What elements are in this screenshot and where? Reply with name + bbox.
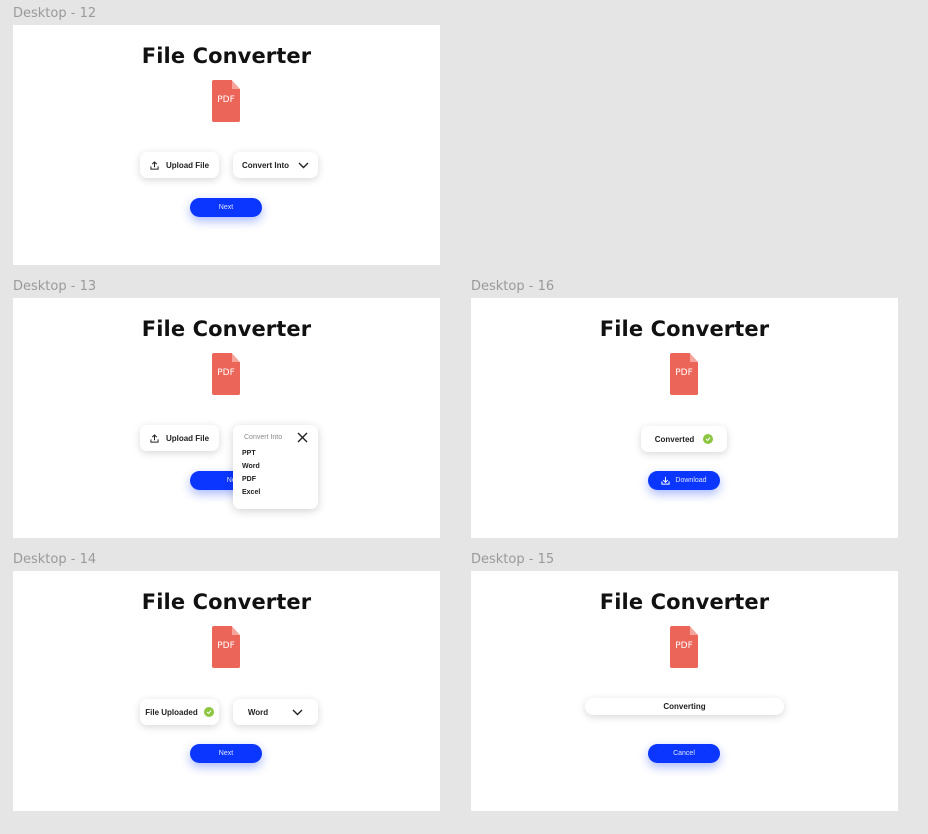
page-title: File Converter — [141, 590, 312, 614]
convert-into-dropdown[interactable]: Convert Into PPT Word PDF Excel — [233, 425, 318, 509]
upload-file-button[interactable]: Upload File — [140, 425, 219, 451]
selected-format-label: Word — [247, 707, 269, 717]
page-title: File Converter — [599, 590, 770, 614]
chevron-down-icon — [298, 162, 309, 168]
page-title: File Converter — [599, 317, 770, 341]
file-uploaded-label: File Uploaded — [145, 707, 198, 717]
chevron-down-icon — [292, 709, 303, 715]
converting-progress-bar: Converting — [585, 698, 784, 715]
download-icon — [661, 476, 671, 485]
pdf-icon-label: PDF — [217, 641, 235, 651]
next-label: Next — [218, 750, 234, 757]
cancel-button[interactable]: Cancel — [648, 744, 720, 763]
convert-into-label: Convert Into — [241, 160, 290, 170]
page-title: File Converter — [141, 44, 312, 68]
pdf-icon-label: PDF — [675, 368, 693, 378]
frame-desktop-14: File Converter PDF File Uploaded Word Ne… — [13, 571, 440, 811]
format-select[interactable]: Word — [233, 699, 318, 725]
page-title: File Converter — [141, 317, 312, 341]
dropdown-header: Convert Into — [244, 434, 283, 441]
check-icon — [703, 434, 714, 444]
upload-icon — [150, 433, 159, 443]
cancel-label: Cancel — [673, 750, 695, 757]
next-button[interactable]: Next — [190, 198, 262, 217]
converted-status-label: Converted — [654, 434, 695, 444]
close-icon[interactable] — [297, 432, 308, 443]
check-icon — [203, 707, 214, 717]
converting-label: Converting — [663, 702, 706, 711]
frame-desktop-16: File Converter PDF Converted Download — [471, 298, 898, 538]
pdf-file-icon: PDF — [212, 80, 240, 122]
frame-desktop-12: File Converter PDF Upload File Convert I… — [13, 25, 440, 265]
converted-status: Converted — [641, 426, 727, 452]
download-label: Download — [675, 477, 707, 484]
dropdown-option-pdf[interactable]: PDF — [242, 476, 256, 483]
convert-into-select[interactable]: Convert Into — [233, 152, 318, 178]
frame-label-desktop-12: Desktop - 12 — [13, 6, 97, 21]
pdf-file-icon: PDF — [212, 626, 240, 668]
upload-file-button[interactable]: Upload File — [140, 152, 219, 178]
download-button[interactable]: Download — [648, 471, 720, 490]
upload-file-label: Upload File — [165, 433, 210, 443]
frame-desktop-13: File Converter PDF Upload File Next Conv… — [13, 298, 440, 538]
frame-desktop-15: File Converter PDF Converting Cancel — [471, 571, 898, 811]
pdf-file-icon: PDF — [670, 353, 698, 395]
dropdown-option-word[interactable]: Word — [242, 463, 260, 470]
dropdown-option-ppt[interactable]: PPT — [242, 450, 256, 457]
pdf-file-icon: PDF — [670, 626, 698, 668]
next-label: Next — [218, 204, 234, 211]
pdf-icon-label: PDF — [217, 95, 235, 105]
upload-file-label: Upload File — [165, 160, 210, 170]
pdf-icon-label: PDF — [217, 368, 235, 378]
frame-label-desktop-14: Desktop - 14 — [13, 552, 97, 567]
file-uploaded-status: File Uploaded — [140, 699, 219, 725]
next-button[interactable]: Next — [190, 744, 262, 763]
frame-label-desktop-15: Desktop - 15 — [471, 552, 555, 567]
frame-label-desktop-16: Desktop - 16 — [471, 279, 555, 294]
frame-label-desktop-13: Desktop - 13 — [13, 279, 97, 294]
pdf-icon-label: PDF — [675, 641, 693, 651]
pdf-file-icon: PDF — [212, 353, 240, 395]
upload-icon — [150, 160, 159, 170]
dropdown-option-excel[interactable]: Excel — [242, 489, 260, 496]
